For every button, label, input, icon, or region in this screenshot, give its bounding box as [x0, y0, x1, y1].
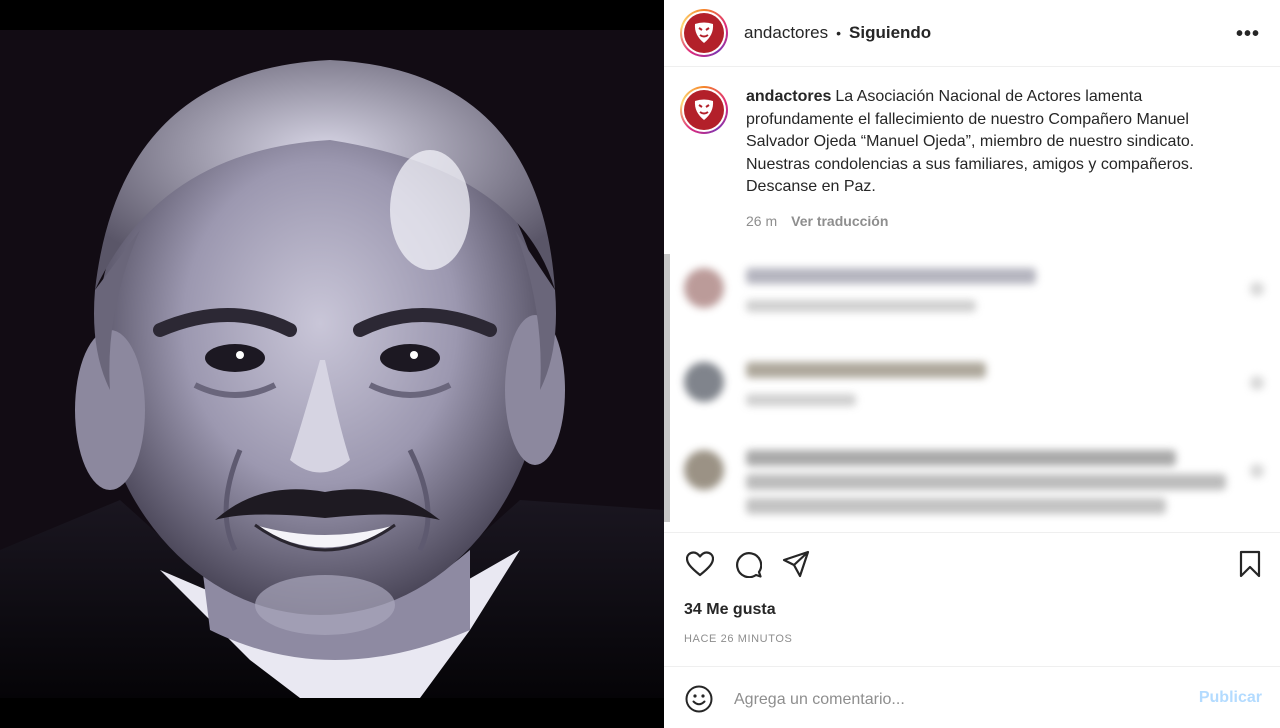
comments-list[interactable]	[664, 254, 1280, 522]
translate-link[interactable]: Ver traducción	[791, 213, 888, 229]
caption-meta: 26 m Ver traducción	[746, 213, 1246, 229]
comment-icon[interactable]	[732, 548, 764, 580]
publish-button[interactable]: Publicar	[1199, 689, 1262, 707]
instagram-post-view: andactores • Siguiendo ••• andactores La…	[0, 0, 1280, 728]
caption-username[interactable]: andactores	[746, 88, 831, 105]
post-timestamp[interactable]: HACE 26 MINUTOS	[684, 633, 792, 645]
comments-scrollbar[interactable]	[664, 254, 670, 522]
list-item	[684, 362, 1264, 406]
separator-dot: •	[836, 25, 842, 41]
theater-masks-logo-icon	[684, 90, 724, 130]
post-actions	[684, 548, 1264, 582]
share-icon[interactable]	[780, 548, 812, 580]
likes-count[interactable]: 34 Me gusta	[684, 601, 776, 619]
post-header: andactores • Siguiendo •••	[664, 0, 1280, 67]
comment-input[interactable]	[734, 685, 1184, 715]
portrait-image	[0, 30, 664, 698]
more-options-icon[interactable]: •••	[1236, 22, 1260, 46]
bookmark-icon[interactable]	[1234, 548, 1266, 580]
post-media	[0, 0, 664, 728]
follow-status-button[interactable]: Siguiendo	[849, 23, 931, 43]
caption-age[interactable]: 26 m	[746, 213, 777, 229]
caption-author-avatar[interactable]	[680, 86, 728, 134]
list-item	[684, 450, 1264, 522]
theater-masks-logo-icon	[684, 13, 724, 53]
post-photo[interactable]	[0, 30, 664, 698]
add-comment-bar: Publicar	[664, 666, 1280, 728]
caption-text: andactores La Asociación Nacional de Acto…	[746, 86, 1246, 199]
post-panel: andactores • Siguiendo ••• andactores La…	[664, 0, 1280, 728]
divider	[664, 532, 1280, 533]
list-item	[684, 268, 1264, 312]
emoji-icon[interactable]	[684, 684, 714, 714]
author-avatar[interactable]	[680, 9, 728, 57]
heart-icon[interactable]	[684, 548, 716, 580]
post-caption: andactores La Asociación Nacional de Acto…	[680, 86, 1264, 229]
author-username[interactable]: andactores	[744, 23, 828, 43]
